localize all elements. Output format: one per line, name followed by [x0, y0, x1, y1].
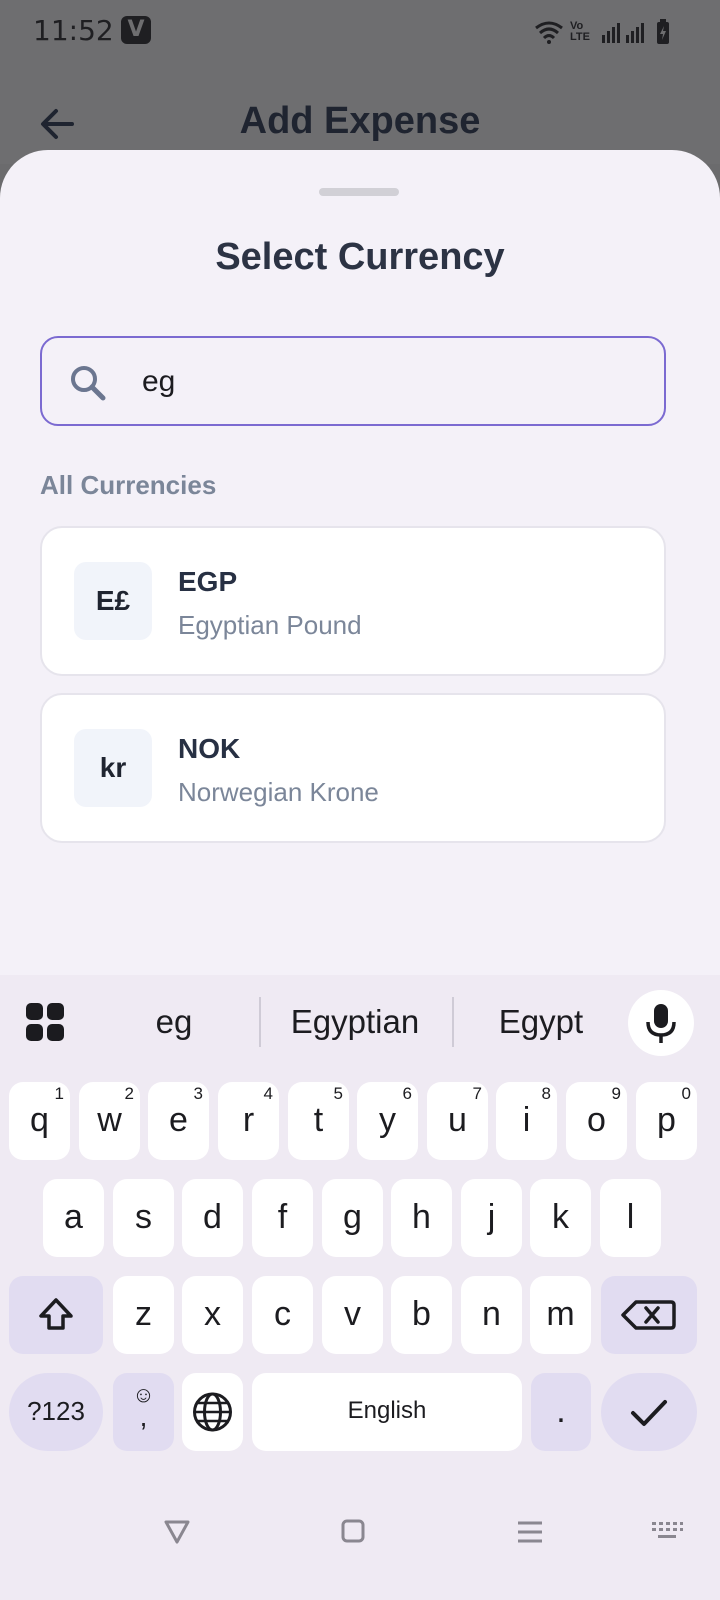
- shift-key[interactable]: [9, 1276, 103, 1354]
- section-label: All Currencies: [40, 470, 217, 500]
- currency-item-nok[interactable]: kr NOK Norwegian Krone: [40, 693, 666, 843]
- key-h[interactable]: h: [391, 1179, 452, 1257]
- key-hint: 5: [333, 1084, 343, 1103]
- microphone-icon: [646, 1004, 676, 1043]
- key-k[interactable]: k: [530, 1179, 591, 1257]
- key-v[interactable]: v: [322, 1276, 383, 1354]
- key-label: y: [379, 1101, 396, 1139]
- currency-name: Norwegian Krone: [178, 777, 379, 807]
- key-p[interactable]: p0: [636, 1082, 697, 1160]
- status-bar: 11:52 V Vo LTE: [0, 0, 720, 64]
- check-icon: [631, 1400, 667, 1426]
- comma-label: ,: [139, 1401, 148, 1432]
- suggestion-2[interactable]: Egyptian: [263, 1003, 447, 1041]
- key-hint: 9: [611, 1084, 621, 1103]
- key-hint: 6: [402, 1084, 412, 1103]
- currency-code: EGP: [178, 566, 238, 597]
- suggestion-divider: [452, 997, 454, 1047]
- home-square-icon[interactable]: [340, 1518, 366, 1544]
- key-label: o: [587, 1101, 606, 1139]
- emoji-comma-key[interactable]: ☺ ,: [113, 1373, 174, 1451]
- space-bar[interactable]: English: [252, 1373, 522, 1451]
- key-g[interactable]: g: [322, 1179, 383, 1257]
- key-label: w: [97, 1101, 122, 1139]
- status-icons: Vo LTE: [534, 18, 670, 46]
- key-e[interactable]: e3: [148, 1082, 209, 1160]
- key-j[interactable]: j: [461, 1179, 522, 1257]
- key-r[interactable]: r4: [218, 1082, 279, 1160]
- suggestion-divider: [259, 997, 261, 1047]
- sheet-title: Select Currency: [215, 236, 505, 278]
- key-i[interactable]: i8: [496, 1082, 557, 1160]
- backspace-icon: [621, 1300, 676, 1330]
- recents-menu-icon[interactable]: [516, 1518, 544, 1546]
- signal-icon: [602, 23, 644, 43]
- voice-input-button[interactable]: [628, 990, 694, 1056]
- battery-icon: [657, 19, 669, 44]
- period-key[interactable]: .: [531, 1373, 591, 1451]
- key-n[interactable]: n: [461, 1276, 522, 1354]
- page-title: Add Expense: [239, 100, 481, 142]
- key-hint: 7: [472, 1084, 482, 1103]
- key-label: t: [313, 1101, 324, 1139]
- currency-item-egp[interactable]: E£ EGP Egyptian Pound: [40, 526, 666, 676]
- back-triangle-icon[interactable]: [163, 1518, 191, 1546]
- key-label: r: [242, 1101, 255, 1139]
- wifi-icon: [535, 21, 563, 44]
- key-label: u: [448, 1101, 467, 1139]
- done-key[interactable]: [601, 1373, 697, 1451]
- app-notification-badge: V: [121, 16, 151, 44]
- key-o[interactable]: o9: [566, 1082, 627, 1160]
- apps-grid-icon[interactable]: [26, 1003, 66, 1043]
- key-s[interactable]: s: [113, 1179, 174, 1257]
- key-x[interactable]: x: [182, 1276, 243, 1354]
- key-t[interactable]: t5: [288, 1082, 349, 1160]
- symbols-key[interactable]: ?123: [9, 1373, 103, 1451]
- key-u[interactable]: u7: [427, 1082, 488, 1160]
- key-hint: 3: [193, 1084, 203, 1103]
- volte-icon: Vo LTE: [570, 20, 590, 43]
- search-input[interactable]: [142, 358, 622, 406]
- key-hint: 1: [54, 1084, 64, 1103]
- system-navigation-bar: [0, 1490, 720, 1600]
- shift-arrow-icon: [39, 1298, 73, 1330]
- key-y[interactable]: y6: [357, 1082, 418, 1160]
- currency-symbol: kr: [74, 729, 152, 807]
- key-m[interactable]: m: [530, 1276, 591, 1354]
- key-q[interactable]: q1: [9, 1082, 70, 1160]
- currency-symbol: E£: [74, 562, 152, 640]
- key-hint: 8: [541, 1084, 551, 1103]
- key-w[interactable]: w2: [79, 1082, 140, 1160]
- suggestion-3[interactable]: Egypt: [456, 1003, 626, 1041]
- key-d[interactable]: d: [182, 1179, 243, 1257]
- key-hint: 4: [263, 1084, 273, 1103]
- status-time: 11:52: [33, 14, 114, 47]
- key-label: p: [657, 1101, 676, 1139]
- key-a[interactable]: a: [43, 1179, 104, 1257]
- key-hint: 0: [681, 1084, 691, 1103]
- app-bar: Add Expense: [0, 64, 720, 164]
- search-icon: [71, 366, 106, 401]
- currency-code: NOK: [178, 733, 241, 764]
- key-f[interactable]: f: [252, 1179, 313, 1257]
- globe-icon: [193, 1392, 232, 1432]
- key-l[interactable]: l: [600, 1179, 661, 1257]
- suggestion-1[interactable]: eg: [94, 1003, 254, 1041]
- key-label: i: [522, 1101, 531, 1139]
- keyboard-switch-icon[interactable]: [650, 1520, 684, 1544]
- backspace-key[interactable]: [601, 1276, 697, 1354]
- key-label: q: [30, 1101, 49, 1139]
- language-key[interactable]: [182, 1373, 243, 1451]
- key-z[interactable]: z: [113, 1276, 174, 1354]
- suggestion-strip: eg Egyptian Egypt: [0, 975, 720, 1073]
- search-field[interactable]: [40, 336, 666, 426]
- drag-handle[interactable]: [319, 188, 399, 196]
- key-c[interactable]: c: [252, 1276, 313, 1354]
- key-b[interactable]: b: [391, 1276, 452, 1354]
- key-label: e: [169, 1101, 188, 1139]
- currency-name: Egyptian Pound: [178, 610, 362, 640]
- key-hint: 2: [124, 1084, 134, 1103]
